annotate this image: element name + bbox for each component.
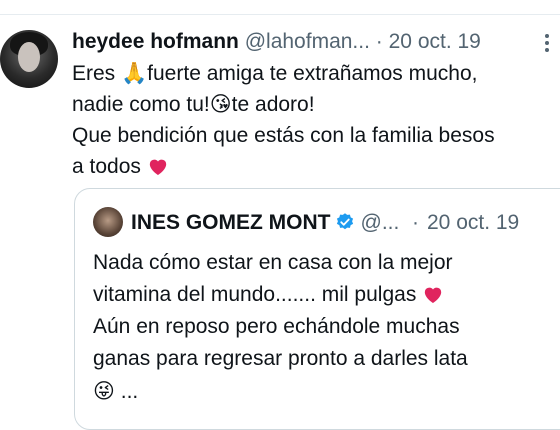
quoted-line-text: vitamina del mundo....... mil pulgas <box>93 283 423 306</box>
quoted-author-avatar <box>93 207 123 237</box>
tweet-line: a todos <box>72 151 552 182</box>
folded-hands-emoji-icon: 🙏 <box>121 61 148 85</box>
quoted-line: Aún en reposo pero echándole muchas <box>93 315 460 338</box>
tweet-line-text: fuerte amiga te extrañamos mucho, <box>147 62 478 85</box>
quoted-line: 😜 ... <box>93 375 560 408</box>
quoted-author-handle: @... <box>360 211 400 234</box>
tweet-date[interactable]: 20 oct. 19 <box>389 30 481 53</box>
tweet-line: Que bendición que estás con la familia b… <box>72 120 552 151</box>
header-separator: · <box>375 30 383 53</box>
author-handle[interactable]: @lahofman... <box>245 30 370 53</box>
top-divider <box>0 14 560 15</box>
tweet-line-text: te adoro! <box>231 93 315 116</box>
author-avatar[interactable] <box>0 30 58 88</box>
author-name[interactable]: heydee hofmann <box>72 30 239 53</box>
tweet-text: Eres 🙏fuerte amiga te extrañamos mucho, … <box>72 58 552 182</box>
verified-badge-icon <box>336 213 353 230</box>
quoted-line: vitamina del mundo....... mil pulgas <box>93 279 560 311</box>
red-heart-icon <box>424 287 442 304</box>
tweet-line: nadie como tu!😘te adoro! <box>72 89 552 120</box>
quoted-header-separator: · <box>412 211 419 234</box>
quoted-line: ganas para regresar pronto a darles lata <box>93 347 468 370</box>
kissing-face-emoji-icon: 😘 <box>209 92 232 116</box>
tweet-line-text: Que bendición que estás con la familia b… <box>72 124 495 147</box>
tweet-header: heydee hofmann @lahofman... · 20 oct. 19 <box>72 28 560 56</box>
tweet-line-text: nadie como tu! <box>72 93 210 116</box>
tweet-line: Eres 🙏fuerte amiga te extrañamos mucho, <box>72 58 552 89</box>
winking-tongue-emoji-icon: 😜 <box>93 379 115 403</box>
tweet-line-text: Eres <box>72 62 122 85</box>
quoted-tweet-card[interactable]: INES GOMEZ MONT @... · 20 oct. 19 Nada có… <box>74 188 560 430</box>
tweet-line-text: a todos <box>72 155 147 178</box>
quoted-tweet-header: INES GOMEZ MONT @... <box>131 207 399 239</box>
more-options-icon[interactable] <box>544 34 550 54</box>
red-heart-icon <box>149 159 166 176</box>
quoted-tweet-text: Nada cómo estar en casa con la mejor vit… <box>93 247 560 408</box>
quoted-author-name: INES GOMEZ MONT <box>131 211 331 234</box>
quoted-line: Nada cómo estar en casa con la mejor <box>93 251 453 274</box>
quoted-tweet-date: 20 oct. 19 <box>427 211 520 234</box>
quoted-line-text: ... <box>114 380 139 403</box>
